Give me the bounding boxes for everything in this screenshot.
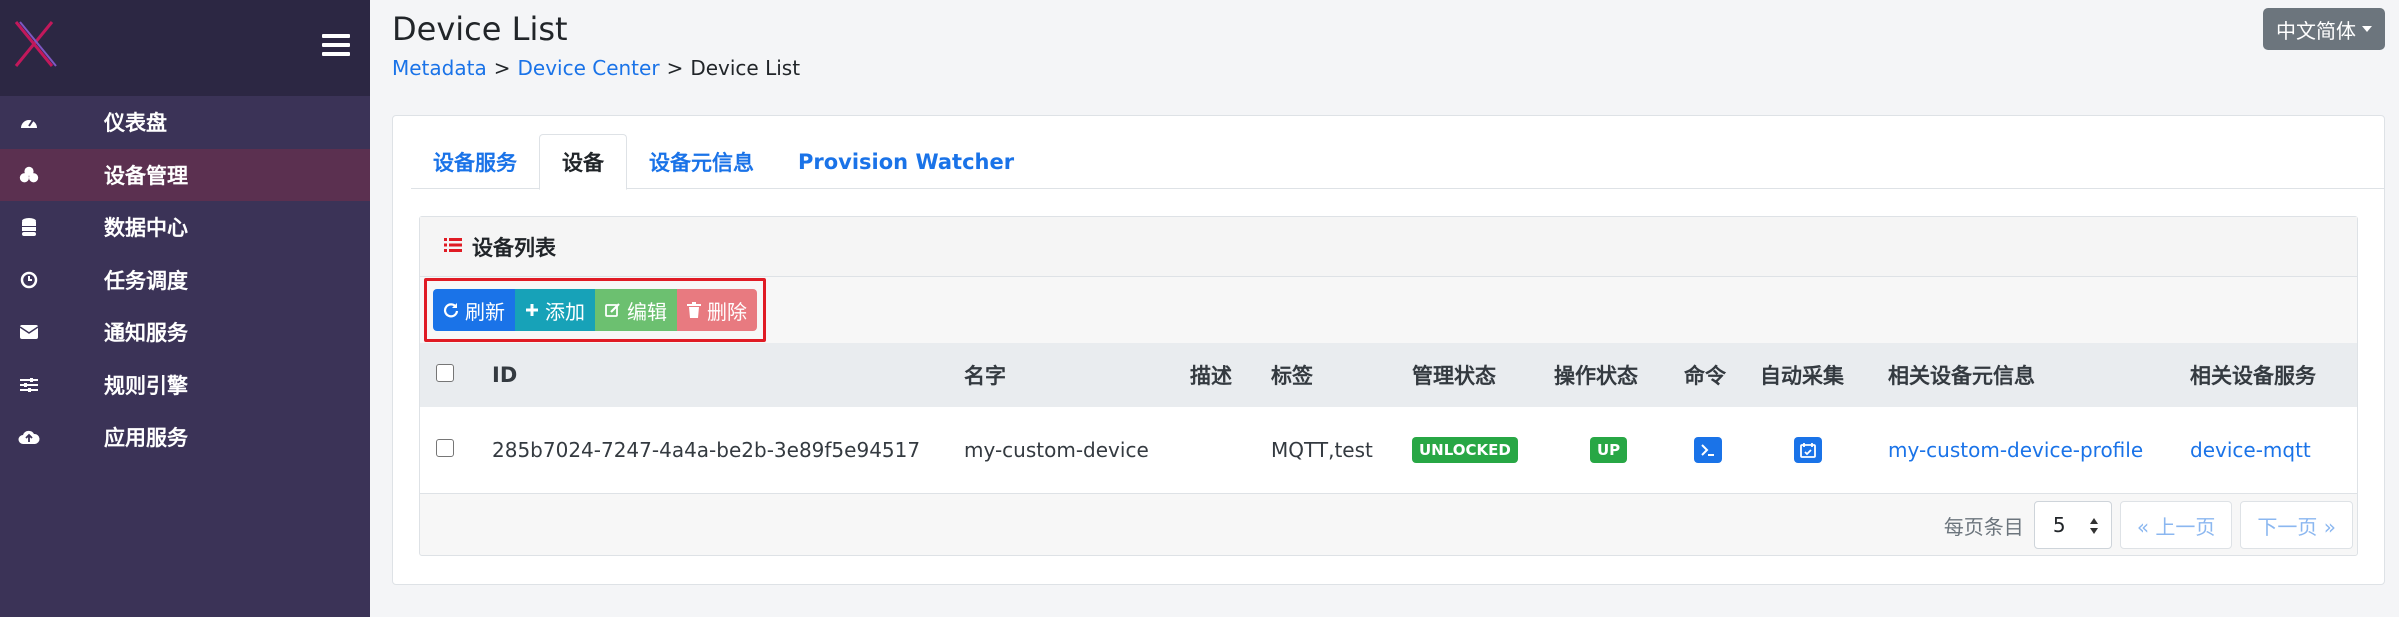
devices-icon: [18, 164, 40, 186]
column-header-operating-state: 操作状态: [1554, 364, 1638, 388]
auto-events-button[interactable]: [1794, 436, 1822, 463]
device-list-panel: 设备列表 刷新 添加 编辑 删除 ID 名字 描述 标签 管理状态 操作状态 命…: [419, 216, 2358, 556]
edit-icon: [605, 302, 621, 318]
sidebar-item-label: 仪表盘: [104, 111, 167, 136]
sidebar-item-scheduler[interactable]: 任务调度: [0, 254, 370, 307]
action-button-group: 刷新 添加 编辑 删除: [424, 278, 766, 342]
main-card: 设备服务 设备 设备元信息 Provision Watcher 设备列表 刷新: [392, 115, 2385, 585]
clock-icon: [18, 269, 40, 291]
sidebar-item-label: 设备管理: [104, 163, 188, 188]
list-icon: [444, 237, 462, 257]
page-size-select[interactable]: 5: [2033, 501, 2112, 549]
plus-icon: [525, 303, 539, 317]
cloud-upload-icon: [18, 426, 40, 448]
tab-device-profiles[interactable]: 设备元信息: [627, 134, 776, 189]
sidebar-item-label: 任务调度: [104, 268, 188, 293]
refresh-icon: [443, 302, 459, 318]
sidebar-item-app-services[interactable]: 应用服务: [0, 411, 370, 464]
breadcrumb-device-center-link[interactable]: Device Center: [517, 56, 659, 80]
sidebar-item-label: 通知服务: [104, 321, 188, 346]
column-header-auto-events: 自动采集: [1760, 364, 1844, 388]
page-size-label: 每页条目: [1943, 514, 2024, 539]
refresh-label: 刷新: [465, 299, 505, 324]
column-header-commands: 命令: [1684, 364, 1726, 388]
sliders-icon: [18, 374, 40, 396]
dashboard-icon: [18, 111, 40, 133]
next-page-button[interactable]: 下一页 »: [2240, 501, 2353, 549]
column-header-id: ID: [492, 363, 518, 387]
sidebar-item-notifications[interactable]: 通知服务: [0, 306, 370, 359]
brand-area: [0, 0, 370, 96]
sidebar-item-label: 应用服务: [104, 426, 188, 451]
breadcrumb: Metadata > Device Center > Device List: [392, 56, 800, 80]
device-service-link[interactable]: device-mqtt: [2190, 438, 2311, 462]
table-row: 285b7024-7247-4a4a-be2b-3e89f5e94517 my-…: [420, 407, 2357, 493]
command-button[interactable]: [1694, 436, 1722, 463]
breadcrumb-separator: >: [666, 56, 684, 80]
sidebar-item-dashboard[interactable]: 仪表盘: [0, 96, 370, 149]
column-header-labels: 标签: [1271, 364, 1313, 388]
sort-arrows-icon: [2089, 516, 2099, 540]
device-name: my-custom-device: [964, 437, 1149, 462]
sidebar-item-label: 规则引擎: [104, 373, 188, 398]
admin-state-badge: UNLOCKED: [1412, 437, 1518, 464]
edit-button[interactable]: 编辑: [595, 289, 677, 331]
panel-header: 设备列表: [420, 217, 2357, 277]
row-checkbox[interactable]: [436, 438, 454, 457]
column-header-description: 描述: [1190, 364, 1232, 388]
page-title: Device List: [392, 10, 568, 48]
device-table: ID 名字 描述 标签 管理状态 操作状态 命令 自动采集 相关设备元信息 相关…: [420, 343, 2357, 494]
sidebar-item-label: 数据中心: [104, 216, 188, 241]
operating-state-badge: UP: [1590, 437, 1628, 464]
device-description: [1190, 407, 1271, 493]
sidebar-item-devices[interactable]: 设备管理: [0, 148, 370, 201]
language-label: 中文简体: [2276, 18, 2356, 43]
device-labels: MQTT,test: [1271, 437, 1373, 462]
breadcrumb-metadata-link[interactable]: Metadata: [392, 56, 487, 80]
previous-page-button[interactable]: « 上一页: [2119, 501, 2233, 549]
page-size-value: 5: [2052, 513, 2066, 537]
delete-button[interactable]: 删除: [677, 289, 757, 331]
terminal-icon: [1701, 444, 1714, 456]
logo-icon: [14, 21, 57, 67]
database-icon: [18, 216, 40, 238]
refresh-button[interactable]: 刷新: [433, 289, 515, 331]
tab-devices[interactable]: 设备: [539, 134, 627, 190]
select-all-checkbox[interactable]: [436, 364, 454, 382]
sidebar-nav: 仪表盘 设备管理 数据中心 任务调度 通知服务 规则引擎 应用服务: [0, 96, 370, 464]
column-header-device-profile: 相关设备元信息: [1888, 364, 2035, 388]
sidebar: 仪表盘 设备管理 数据中心 任务调度 通知服务 规则引擎 应用服务: [0, 0, 370, 617]
add-button[interactable]: 添加: [515, 289, 595, 331]
column-header-name: 名字: [964, 364, 1006, 388]
device-id: 285b7024-7247-4a4a-be2b-3e89f5e94517: [492, 437, 921, 462]
column-header-device-service: 相关设备服务: [2190, 364, 2316, 388]
breadcrumb-current: Device List: [690, 56, 801, 80]
delete-label: 删除: [707, 299, 747, 324]
sidebar-item-data-center[interactable]: 数据中心: [0, 201, 370, 254]
caret-down-icon: [2362, 26, 2372, 32]
panel-title: 设备列表: [472, 235, 556, 260]
toolbar: 刷新 添加 编辑 删除: [420, 277, 2357, 343]
language-dropdown[interactable]: 中文简体: [2263, 8, 2385, 50]
calendar-check-icon: [1800, 442, 1816, 458]
edit-label: 编辑: [627, 299, 667, 324]
tab-device-services[interactable]: 设备服务: [411, 134, 539, 189]
column-header-admin-state: 管理状态: [1412, 364, 1496, 388]
add-label: 添加: [545, 299, 585, 324]
trash-icon: [687, 302, 701, 318]
sidebar-item-rules-engine[interactable]: 规则引擎: [0, 359, 370, 412]
envelope-icon: [18, 321, 40, 343]
tab-provision-watcher[interactable]: Provision Watcher: [776, 134, 1036, 189]
menu-toggle-icon[interactable]: [322, 34, 350, 58]
device-profile-link[interactable]: my-custom-device-profile: [1888, 438, 2143, 462]
pagination: 每页条目 5 « 上一页 下一页 »: [1944, 501, 2353, 549]
breadcrumb-separator: >: [493, 56, 511, 80]
table-header-row: ID 名字 描述 标签 管理状态 操作状态 命令 自动采集 相关设备元信息 相关…: [420, 343, 2357, 407]
tab-bar: 设备服务 设备 设备元信息 Provision Watcher: [411, 134, 2384, 190]
